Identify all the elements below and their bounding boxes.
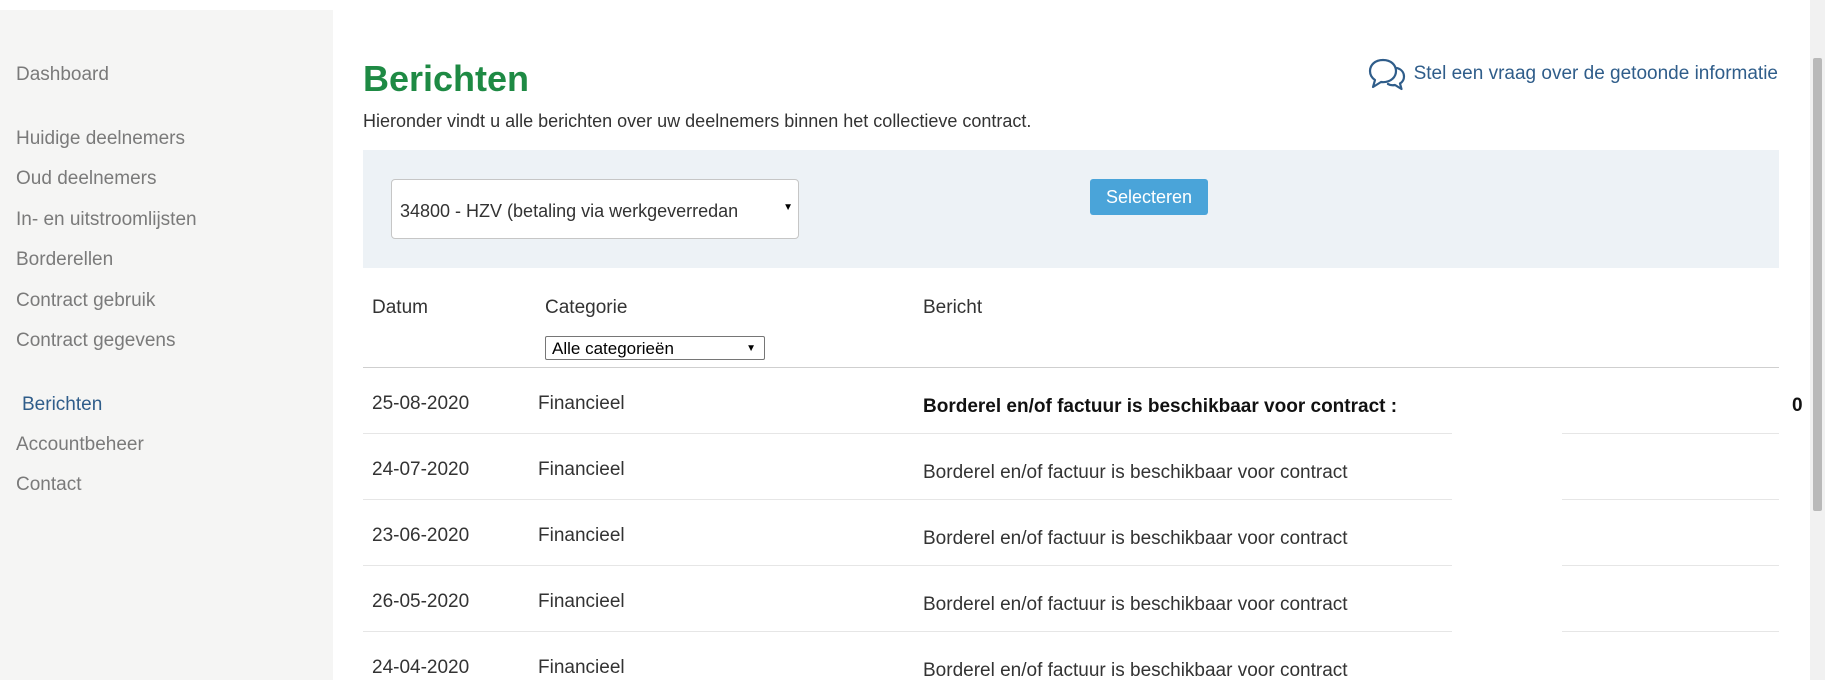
page-title: Berichten bbox=[363, 58, 530, 99]
redaction-block bbox=[1452, 388, 1562, 680]
row-date: 25-08-2020 bbox=[372, 393, 470, 414]
row-message: Borderel en/of factuur is beschikbaar vo… bbox=[923, 660, 1348, 680]
page-intro: Hieronder vindt u alle berichten over uw… bbox=[363, 111, 1032, 131]
row-message: Borderel en/of factuur is beschikbaar vo… bbox=[923, 396, 1398, 417]
sidebar-item-huidige-deelnemers[interactable]: Huidige deelnemers bbox=[16, 128, 185, 150]
sidebar-item-berichten[interactable]: Berichten bbox=[22, 394, 102, 416]
row-date: 24-07-2020 bbox=[372, 459, 470, 480]
category-filter-select[interactable]: Alle categorieën ▼ bbox=[545, 336, 765, 360]
table-row[interactable]: 26-05-2020 Financieel Borderel en/of fac… bbox=[363, 566, 1779, 632]
row-category: Financieel bbox=[538, 393, 625, 414]
table-row[interactable]: 24-04-2020 Financieel Borderel en/of fac… bbox=[363, 632, 1779, 680]
column-header-date: Datum bbox=[372, 297, 428, 318]
sidebar-item-dashboard[interactable]: Dashboard bbox=[16, 64, 109, 86]
sidebar-item-contract-gebruik[interactable]: Contract gebruik bbox=[16, 290, 155, 312]
help-link-label: Stel een vraag over de getoonde informat… bbox=[1413, 63, 1778, 84]
select-button[interactable]: Selecteren bbox=[1090, 179, 1209, 215]
row-message: Borderel en/of factuur is beschikbaar vo… bbox=[923, 594, 1348, 615]
row-category: Financieel bbox=[538, 591, 625, 612]
table-row[interactable]: 24-07-2020 Financieel Borderel en/of fac… bbox=[363, 434, 1779, 500]
sidebar-item-contract-gegevens[interactable]: Contract gegevens bbox=[16, 330, 176, 352]
row-date: 26-05-2020 bbox=[372, 591, 470, 612]
column-header-category: Categorie bbox=[545, 297, 628, 318]
row-category: Financieel bbox=[538, 459, 625, 480]
row-message: Borderel en/of factuur is beschikbaar vo… bbox=[923, 462, 1348, 483]
chevron-down-icon: ▼ bbox=[746, 343, 756, 354]
category-filter-value: Alle categorieën bbox=[552, 339, 674, 358]
page-scrollbar[interactable] bbox=[1810, 0, 1825, 680]
sidebar-item-oud-deelnemers[interactable]: Oud deelnemers bbox=[16, 168, 156, 190]
sidebar-nav: Dashboard Huidige deelnemers Oud deelnem… bbox=[0, 10, 333, 680]
main-content: Berichten Hieronder vindt u alle bericht… bbox=[333, 0, 1810, 680]
contract-select[interactable]: 34800 - HZV (betaling via werkgeverredan… bbox=[391, 179, 799, 239]
contract-select-value: 34800 - HZV (betaling via werkgeverredan bbox=[400, 201, 739, 221]
table-row[interactable]: 25-08-2020 Financieel Borderel en/of fac… bbox=[363, 368, 1779, 434]
row-category: Financieel bbox=[538, 657, 625, 678]
row-date: 23-06-2020 bbox=[372, 525, 470, 546]
speech-bubbles-icon bbox=[1368, 57, 1406, 91]
contract-filter-panel: 34800 - HZV (betaling via werkgeverredan… bbox=[363, 150, 1779, 268]
sidebar-item-contact[interactable]: Contact bbox=[16, 474, 81, 496]
sidebar-item-borderellen[interactable]: Borderellen bbox=[16, 249, 113, 271]
row-category: Financieel bbox=[538, 525, 625, 546]
table-row[interactable]: 23-06-2020 Financieel Borderel en/of fac… bbox=[363, 500, 1779, 566]
column-header-message: Bericht bbox=[923, 297, 983, 318]
help-link[interactable]: Stel een vraag over de getoonde informat… bbox=[1368, 57, 1778, 91]
sidebar-item-accountbeheer[interactable]: Accountbeheer bbox=[16, 434, 144, 456]
row-message-tail: 0 bbox=[1792, 395, 1803, 416]
row-message: Borderel en/of factuur is beschikbaar vo… bbox=[923, 528, 1348, 549]
row-date: 24-04-2020 bbox=[372, 657, 470, 678]
sidebar-item-in-uitstroomlijsten[interactable]: In- en uitstroomlijsten bbox=[16, 209, 197, 231]
scrollbar-thumb[interactable] bbox=[1813, 58, 1822, 511]
chevron-down-icon: ▼ bbox=[780, 202, 793, 213]
